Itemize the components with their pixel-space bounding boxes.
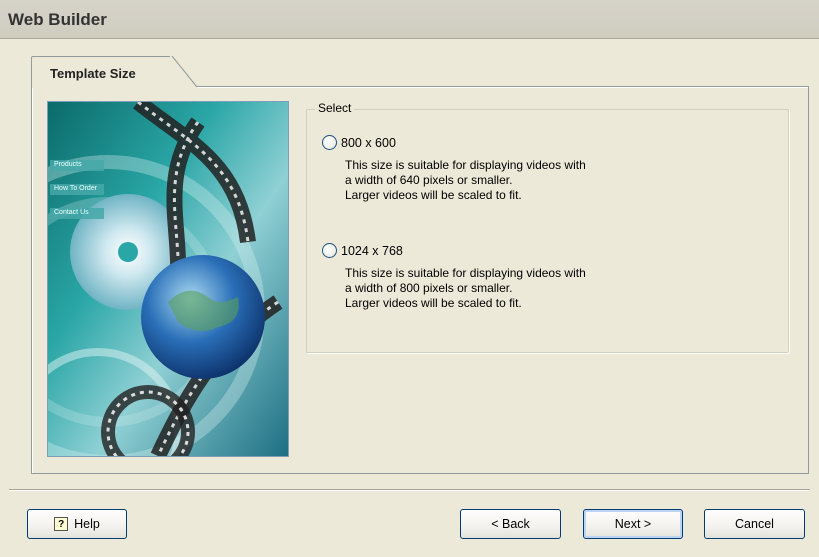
image-menu-item-contact: Contact Us xyxy=(54,209,89,216)
help-button[interactable]: ? Help xyxy=(27,509,127,539)
tab-template-size[interactable]: Template Size xyxy=(31,56,198,89)
back-button[interactable]: < Back xyxy=(460,509,561,539)
help-icon: ? xyxy=(54,517,69,531)
help-button-label: Help xyxy=(74,517,100,531)
description-line: a width of 640 pixels or smaller. xyxy=(345,173,513,187)
image-menu-item-products: Products xyxy=(54,161,82,168)
tab-joint xyxy=(32,85,192,88)
description-line: This size is suitable for displaying vid… xyxy=(345,158,586,172)
tab-label: Template Size xyxy=(50,66,136,81)
next-button[interactable]: Next > xyxy=(583,509,683,539)
select-group-legend: Select xyxy=(315,101,355,115)
description-line: This size is suitable for displaying vid… xyxy=(345,266,586,280)
description-line: Larger videos will be scaled to fit. xyxy=(345,296,522,310)
window-title: Web Builder xyxy=(8,10,107,29)
option-1024x768-label[interactable]: 1024 x 768 xyxy=(341,244,403,258)
option-800x600[interactable]: 800 x 600 xyxy=(322,135,396,150)
description-line: Larger videos will be scaled to fit. xyxy=(345,188,522,202)
radio-1024x768[interactable] xyxy=(322,243,337,258)
image-menu-item-order: How To Order xyxy=(54,185,98,192)
template-preview-image: Products How To Order Contact Us xyxy=(47,101,289,457)
cancel-button[interactable]: Cancel xyxy=(704,509,805,539)
description-line: a width of 800 pixels or smaller. xyxy=(345,281,513,295)
option-800x600-label[interactable]: 800 x 600 xyxy=(341,136,396,150)
option-800x600-description: This size is suitable for displaying vid… xyxy=(345,158,586,203)
option-1024x768-description: This size is suitable for displaying vid… xyxy=(345,266,586,311)
option-1024x768[interactable]: 1024 x 768 xyxy=(322,243,403,258)
radio-800x600[interactable] xyxy=(322,135,337,150)
title-bar: Web Builder xyxy=(0,0,819,39)
footer-separator xyxy=(9,489,810,491)
